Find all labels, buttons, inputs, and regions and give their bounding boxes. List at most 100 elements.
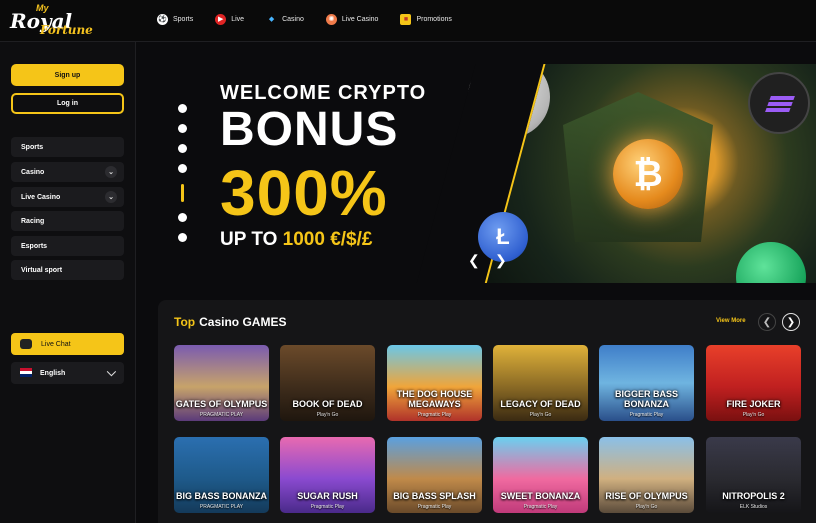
- sidebar-item-virtual-sport[interactable]: Virtual sport: [11, 260, 124, 280]
- view-more-link[interactable]: View More: [716, 318, 746, 324]
- bitcoin-coin-icon: ₿: [613, 139, 683, 209]
- slide-dot[interactable]: [178, 213, 187, 222]
- section-title: Top Casino GAMES: [174, 315, 286, 329]
- game-provider: PRAGMATIC PLAY: [199, 412, 244, 418]
- solana-coin-icon: [748, 72, 810, 134]
- slider-pagination[interactable]: [178, 104, 188, 253]
- game-provider: Pragmatic Play: [310, 504, 345, 510]
- sidebar-item-label: Virtual sport: [21, 266, 63, 274]
- game-provider: Pragmatic Play: [417, 504, 452, 510]
- slide-dot[interactable]: [178, 144, 187, 153]
- game-provider: Pragmatic Play: [523, 504, 558, 510]
- game-provider: Pragmatic Play: [417, 412, 452, 418]
- nav-live[interactable]: ▶ Live: [215, 13, 244, 25]
- top-bar: My Royal Fortune ⚽ Sports ▶ Live ◆ Casin…: [0, 0, 816, 42]
- game-title: NITROPOLIS 2: [722, 491, 785, 501]
- chevron-down-icon[interactable]: ⌄: [105, 191, 117, 203]
- slide-dot[interactable]: [178, 124, 187, 133]
- nav-casino[interactable]: ◆ Casino: [266, 14, 304, 25]
- game-title: RISE OF OLYMPUS: [605, 491, 688, 501]
- game-title: SUGAR RUSH: [297, 491, 358, 501]
- live-chat-label: Live Chat: [41, 340, 71, 348]
- game-tile[interactable]: SWEET BONANZA Pragmatic Play: [493, 437, 588, 513]
- game-title: LEGACY OF DEAD: [500, 399, 581, 409]
- sidebar-item-live-casino[interactable]: Live Casino ⌄: [11, 187, 124, 207]
- sidebar-item-sports[interactable]: Sports: [11, 137, 124, 157]
- game-tile[interactable]: SUGAR RUSH Pragmatic Play: [280, 437, 375, 513]
- chevron-right-icon[interactable]: ❯: [782, 313, 800, 331]
- game-provider: Play'n Go: [529, 412, 552, 418]
- sidebar: Sign up Log in Sports Casino ⌄ Live Casi…: [0, 42, 136, 523]
- game-provider: Play'n Go: [742, 412, 765, 418]
- nav-casino-label: Casino: [282, 15, 304, 23]
- promo-banner[interactable]: ₿ Ł WELCOME CRYPTO BONUS 300% UP TO 1000…: [158, 64, 816, 283]
- banner-subline-amount: 1000 €/$/£: [282, 229, 373, 250]
- slide-dot[interactable]: [178, 164, 187, 173]
- top-casino-games-section: Top Casino GAMES View More ❮ ❯ GATES OF O…: [158, 300, 816, 523]
- game-tile[interactable]: GATES OF OLYMPUS PRAGMATIC PLAY: [174, 345, 269, 421]
- sidebar-item-label: Live Casino: [21, 193, 61, 201]
- chevron-left-icon[interactable]: ❮: [468, 252, 480, 269]
- main-nav: ⚽ Sports ▶ Live ◆ Casino ✺ Live Casino ■…: [157, 0, 474, 38]
- chevron-down-icon[interactable]: ⌄: [105, 166, 117, 178]
- game-title: GATES OF OLYMPUS: [175, 399, 268, 409]
- royal-fortune-logo[interactable]: My Royal Fortune: [10, 3, 93, 39]
- game-title: BIG BASS BONANZA: [175, 491, 267, 501]
- game-provider: PRAGMATIC PLAY: [199, 504, 244, 510]
- sidebar-item-label: Racing: [21, 217, 45, 225]
- language-selector[interactable]: English ⌵: [11, 362, 124, 384]
- game-tile[interactable]: BIG BASS SPLASH Pragmatic Play: [387, 437, 482, 513]
- game-tile[interactable]: RISE OF OLYMPUS Play'n Go: [599, 437, 694, 513]
- game-title: BIGGER BASS BONANZA: [614, 389, 678, 409]
- live-chat-button[interactable]: Live Chat: [11, 333, 124, 355]
- uk-flag-icon: [20, 368, 32, 377]
- game-tile[interactable]: LEGACY OF DEAD Play'n Go: [493, 345, 588, 421]
- game-tile[interactable]: FIRE JOKER Play'n Go: [706, 345, 801, 421]
- slide-dot-active[interactable]: [181, 184, 184, 202]
- roulette-icon: ✺: [325, 13, 337, 25]
- sidebar-item-label: Sports: [21, 143, 44, 151]
- section-title-text: Casino GAMES: [199, 315, 287, 329]
- slide-dot[interactable]: [178, 233, 187, 242]
- diamond-icon: ◆: [268, 16, 275, 23]
- chevron-right-icon[interactable]: ❯: [495, 252, 507, 269]
- nav-live-casino[interactable]: ✺ Live Casino: [325, 13, 379, 25]
- game-provider: Play'n Go: [316, 412, 339, 418]
- chevron-left-icon[interactable]: ❮: [758, 313, 776, 331]
- game-tile[interactable]: BOOK OF DEAD Play'n Go: [280, 345, 375, 421]
- nav-live-casino-label: Live Casino: [341, 15, 379, 23]
- sidebar-item-casino[interactable]: Casino ⌄: [11, 162, 124, 182]
- chat-bubble-icon: [20, 339, 32, 349]
- sidebar-item-racing[interactable]: Racing: [11, 211, 124, 231]
- game-tile[interactable]: BIG BASS BONANZA PRAGMATIC PLAY: [174, 437, 269, 513]
- language-label: English: [40, 369, 66, 377]
- section-title-accent: Top: [174, 315, 196, 329]
- slide-dot[interactable]: [178, 104, 187, 113]
- banner-subline-prefix: UP TO: [220, 229, 283, 250]
- game-title: FIRE JOKER: [726, 399, 781, 409]
- sidebar-item-label: Esports: [21, 242, 48, 250]
- soccer-ball-icon: ⚽: [157, 13, 168, 25]
- game-tile[interactable]: THE DOG HOUSE MEGAWAYS Pragmatic Play: [387, 345, 482, 421]
- game-provider: Play'n Go: [635, 504, 658, 510]
- game-tile[interactable]: NITROPOLIS 2 ELK Studios: [706, 437, 801, 513]
- nav-promotions[interactable]: ■ Promotions: [400, 13, 452, 25]
- sidebar-item-label: Casino: [21, 168, 45, 176]
- banner-percentage: 300%: [220, 157, 388, 229]
- log-in-button[interactable]: Log in: [11, 93, 124, 114]
- game-title: THE DOG HOUSE MEGAWAYS: [396, 389, 473, 409]
- game-provider: ELK Studios: [739, 504, 768, 510]
- nav-sports[interactable]: ⚽ Sports: [157, 13, 194, 25]
- sign-up-button[interactable]: Sign up: [11, 64, 124, 86]
- nav-promotions-label: Promotions: [416, 15, 452, 23]
- nav-sports-label: Sports: [173, 15, 194, 23]
- banner-subline: UP TO 1000 €/$/£: [220, 229, 372, 251]
- chevron-down-icon: ⌵: [106, 365, 116, 379]
- gift-icon: ■: [400, 13, 412, 25]
- logo-text-fortune: Fortune: [40, 23, 93, 37]
- game-title: BIG BASS SPLASH: [393, 491, 476, 501]
- game-tile[interactable]: BIGGER BASS BONANZA Pragmatic Play: [599, 345, 694, 421]
- banner-bonus: BONUS: [220, 103, 399, 156]
- sidebar-item-esports[interactable]: Esports: [11, 236, 124, 256]
- live-play-icon: ▶: [215, 13, 227, 25]
